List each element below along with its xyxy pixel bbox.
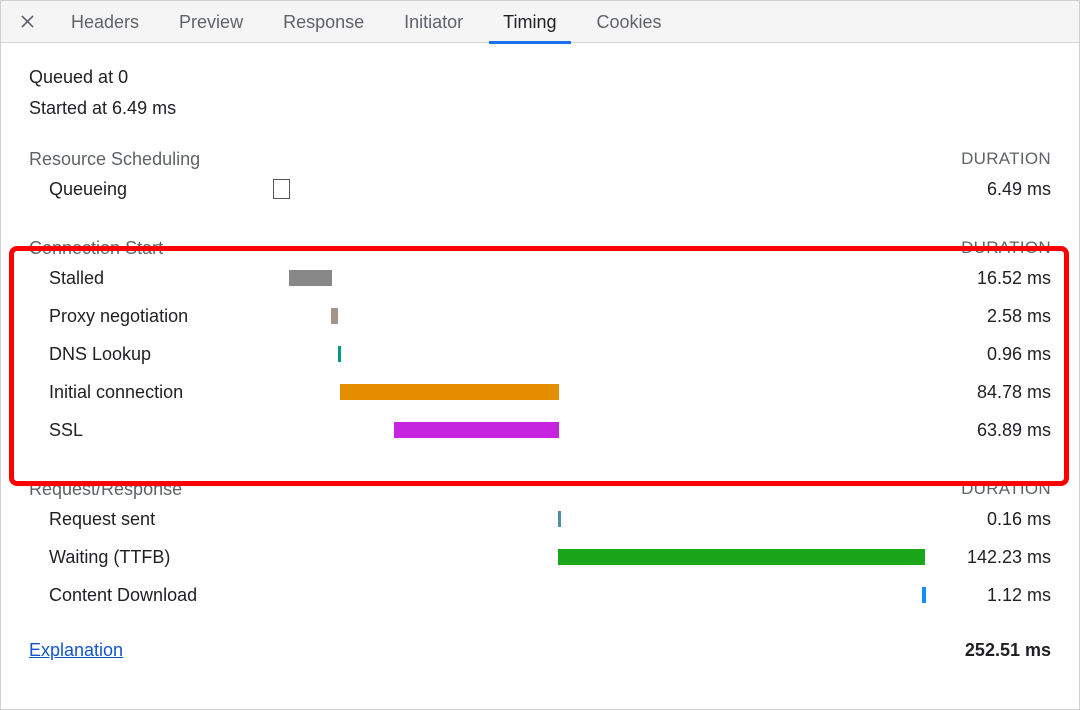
timing-bar-area [273,511,925,527]
timing-bar-area [273,308,925,324]
section-header-request-response: Request/Response DURATION [29,479,1051,500]
tab-response[interactable]: Response [263,1,384,43]
timing-row-value: 142.23 ms [925,547,1051,568]
started-at-text: Started at 6.49 ms [29,98,1051,119]
timing-row-request-sent: Request sent 0.16 ms [29,500,1051,538]
tabs: Headers Preview Response Initiator Timin… [51,1,682,43]
duration-header-label: DURATION [961,238,1051,259]
timing-bar-area [273,346,925,362]
timing-bar [558,549,925,565]
timing-row-value: 0.16 ms [925,509,1051,530]
timing-row-value: 6.49 ms [925,179,1051,200]
timing-bar [273,179,290,199]
timing-row-proxy-negotiation: Proxy negotiation 2.58 ms [29,297,1051,335]
timing-row-value: 16.52 ms [925,268,1051,289]
tab-headers[interactable]: Headers [51,1,159,43]
timing-row-dns-lookup: DNS Lookup 0.96 ms [29,335,1051,373]
tab-bar: Headers Preview Response Initiator Timin… [1,1,1079,43]
timing-content: Queued at 0 Started at 6.49 ms Resource … [1,43,1079,677]
timing-row-label: Content Download [29,585,273,606]
timing-bar-area [273,384,925,400]
timing-bar [394,422,559,438]
timing-row-label: Queueing [29,179,273,200]
tab-timing[interactable]: Timing [483,1,576,43]
timing-bar-area [273,422,925,438]
timing-row-content-download: Content Download 1.12 ms [29,576,1051,614]
timing-bar [558,511,561,527]
duration-header-label: DURATION [961,479,1051,500]
timing-row-value: 1.12 ms [925,585,1051,606]
timing-bar [922,587,926,603]
total-duration: 252.51 ms [965,640,1051,661]
timing-row-label: Initial connection [29,382,273,403]
network-timing-panel: Headers Preview Response Initiator Timin… [0,0,1080,710]
timing-row-value: 2.58 ms [925,306,1051,327]
timing-row-label: DNS Lookup [29,344,273,365]
timing-bar [338,346,342,362]
timing-bar-area [273,270,925,286]
section-title: Resource Scheduling [29,149,200,170]
section-title: Request/Response [29,479,182,500]
duration-header-label: DURATION [961,149,1051,170]
timing-row-stalled: Stalled 16.52 ms [29,259,1051,297]
timing-row-waiting-ttfb: Waiting (TTFB) 142.23 ms [29,538,1051,576]
timing-row-label: Request sent [29,509,273,530]
tab-cookies[interactable]: Cookies [577,1,682,43]
timing-row-label: SSL [29,420,273,441]
timing-bar [331,308,338,324]
explanation-link[interactable]: Explanation [29,640,123,661]
timing-row-value: 0.96 ms [925,344,1051,365]
timing-row-initial-connection: Initial connection 84.78 ms [29,373,1051,411]
timing-row-label: Proxy negotiation [29,306,273,327]
section-header-connection-start: Connection Start DURATION [29,238,1051,259]
timing-bar [289,270,331,286]
timing-footer: Explanation 252.51 ms [29,640,1051,661]
timing-bar [340,384,559,400]
timing-row-value: 63.89 ms [925,420,1051,441]
timing-bar-area [273,587,925,603]
timing-row-label: Stalled [29,268,273,289]
timing-bar-area [273,549,925,565]
timing-row-queueing: Queueing 6.49 ms [29,170,1051,208]
tab-initiator[interactable]: Initiator [384,1,483,43]
timing-row-value: 84.78 ms [925,382,1051,403]
timing-bar-area [273,181,925,197]
section-header-resource-scheduling: Resource Scheduling DURATION [29,149,1051,170]
queued-at-text: Queued at 0 [29,67,1051,88]
section-title: Connection Start [29,238,163,259]
tab-preview[interactable]: Preview [159,1,263,43]
close-icon[interactable] [9,1,45,43]
timing-row-ssl: SSL 63.89 ms [29,411,1051,449]
timing-row-label: Waiting (TTFB) [29,547,273,568]
